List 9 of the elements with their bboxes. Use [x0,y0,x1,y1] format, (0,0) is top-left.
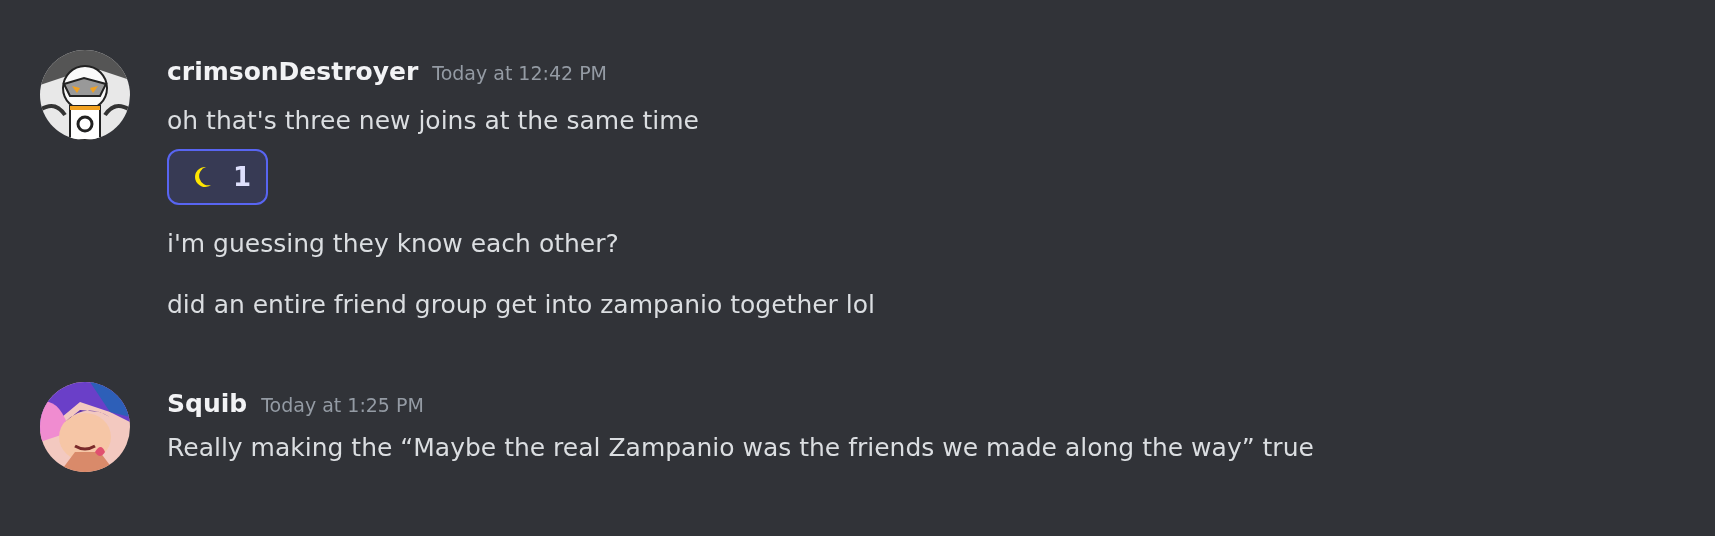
message-text: Really making the “Maybe the real Zampanio was the friends we made along the way” true [167,432,1314,464]
message-text: i'm guessing they know each other? [167,228,619,260]
username[interactable]: crimsonDestroyer [167,50,419,94]
message-text: did an entire friend group get into zampanio together lol [167,289,876,321]
reaction-button[interactable]: 1 [167,149,268,205]
timestamp: Today at 12:42 PM [432,61,608,86]
timestamp: Today at 1:25 PM [261,393,424,418]
message-text: oh that's three new joins at the same time [167,105,699,137]
username[interactable]: Squib [167,382,248,426]
